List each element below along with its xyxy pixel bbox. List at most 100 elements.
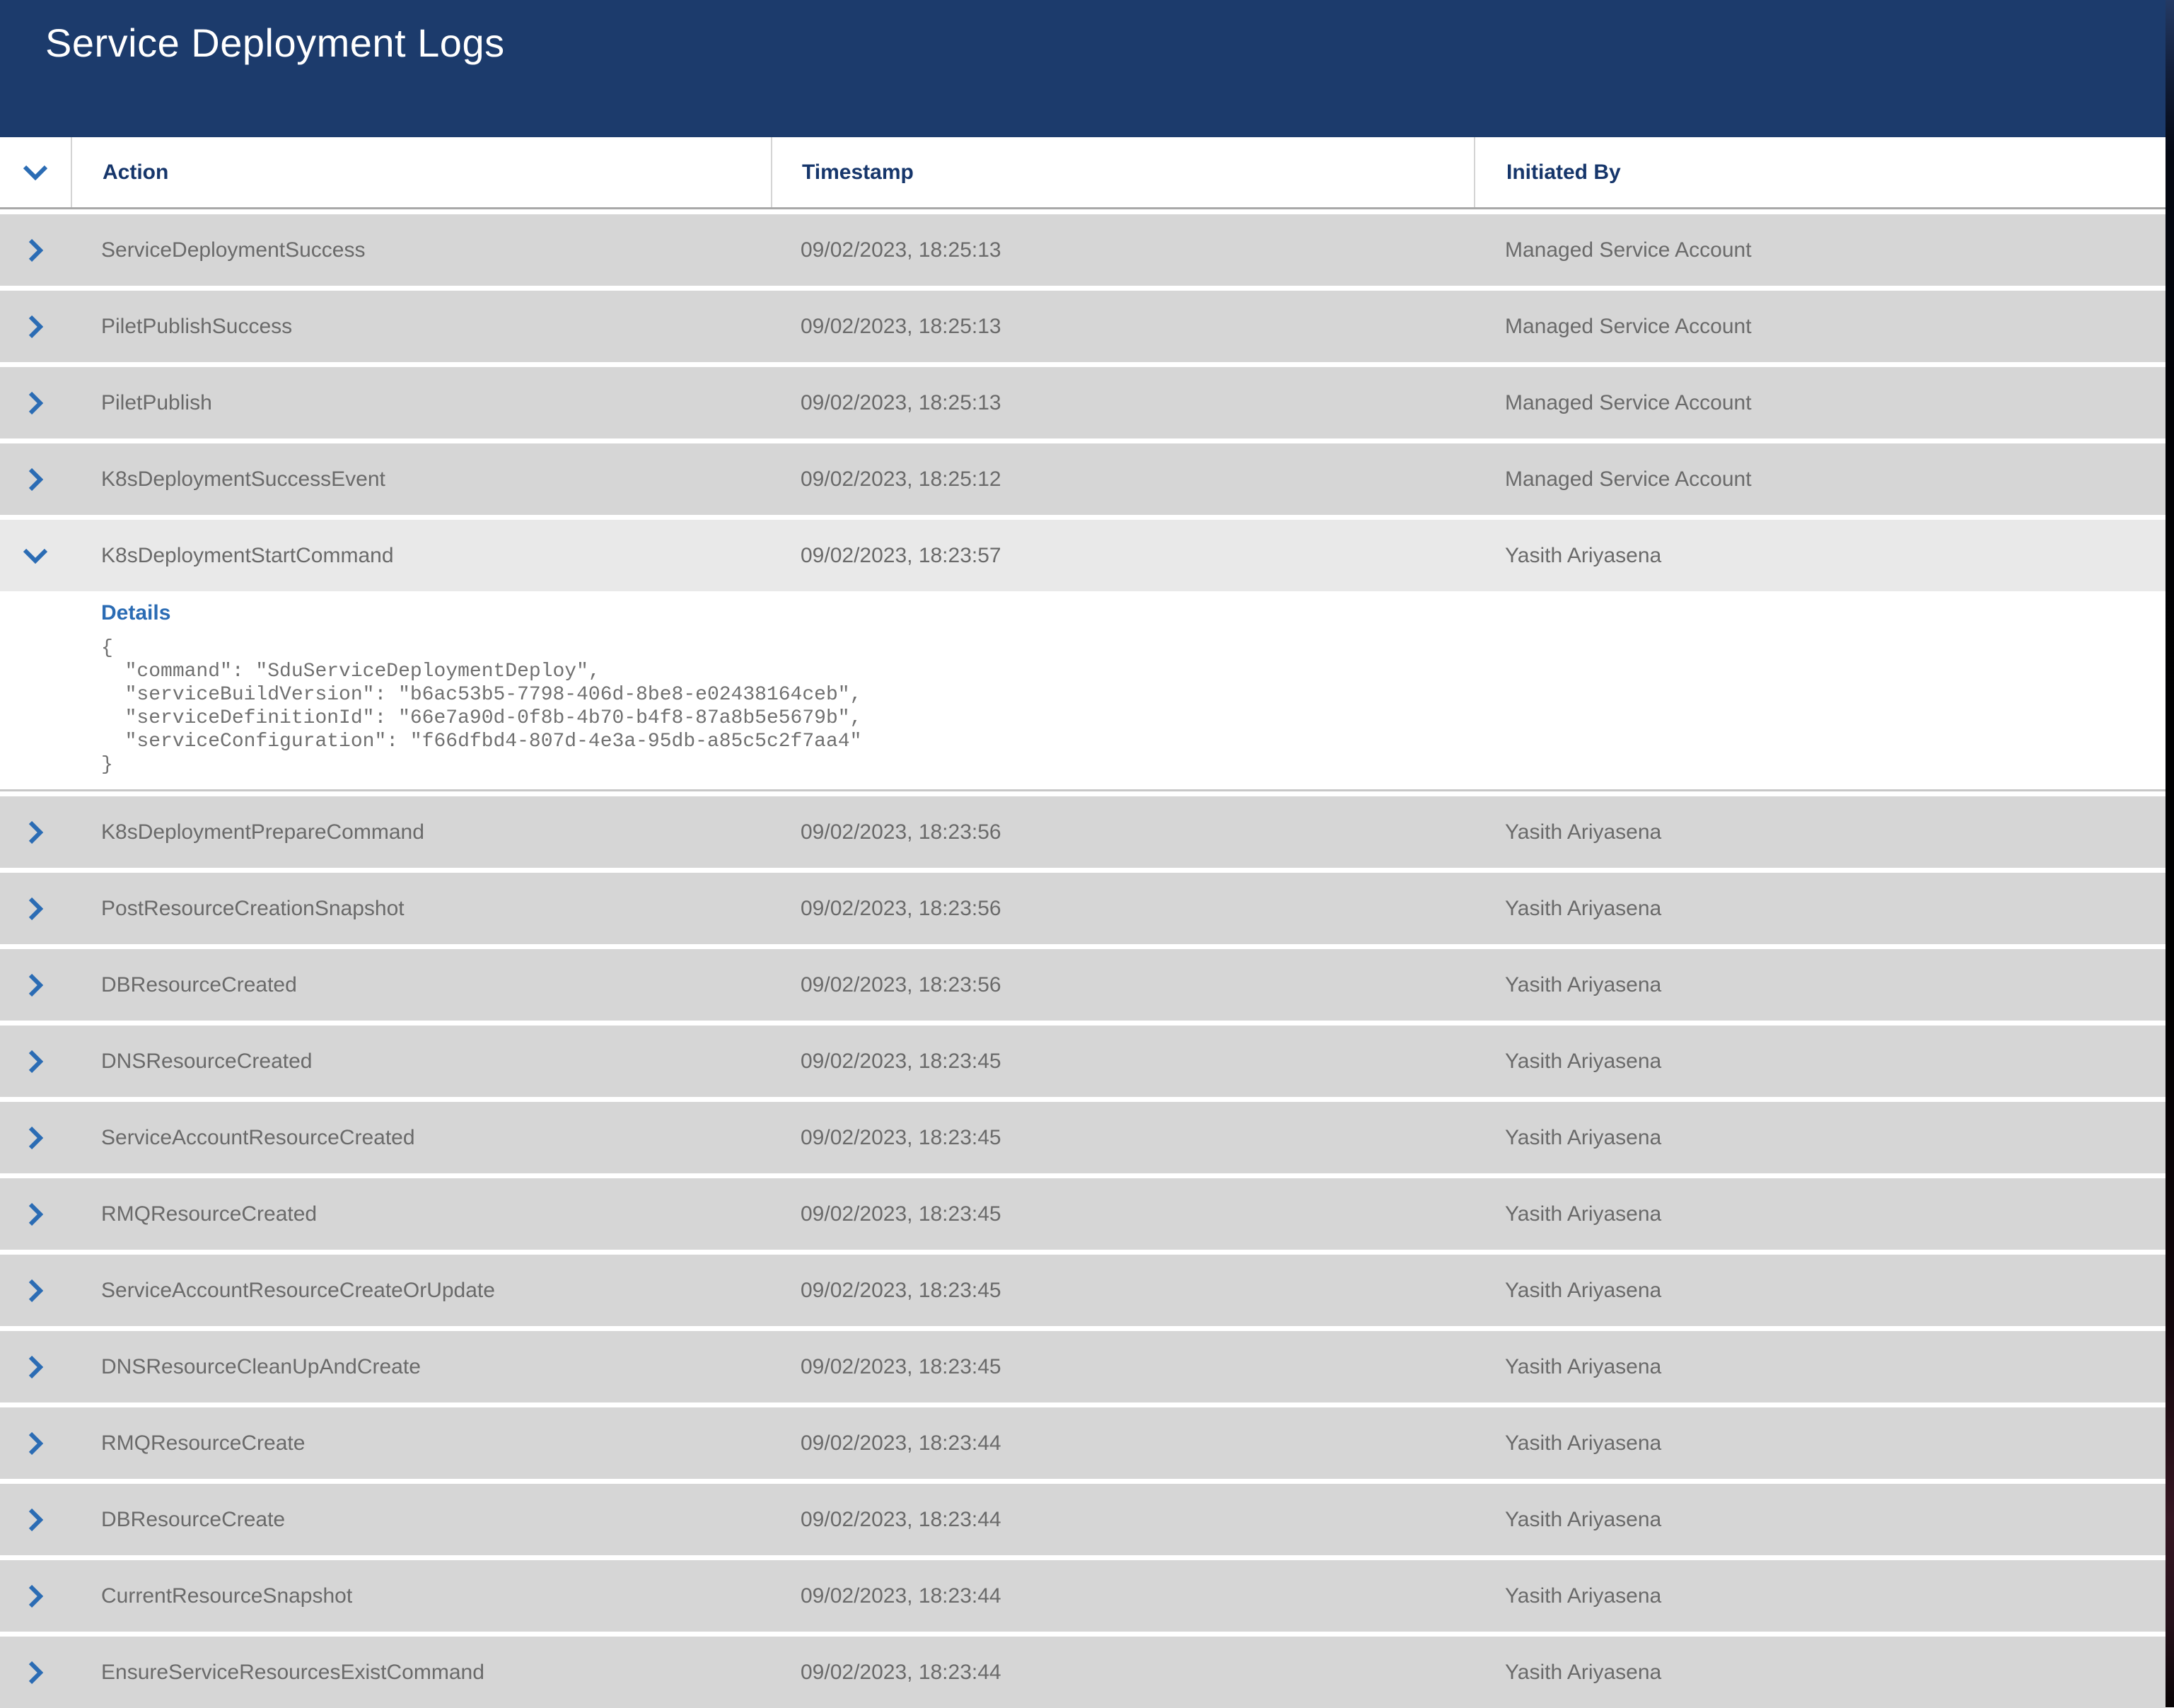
timestamp-cell: 09/02/2023, 18:25:13	[801, 315, 1001, 339]
chevron-down-icon	[23, 165, 48, 180]
table-row[interactable]: RMQResourceCreate 09/02/2023, 18:23:44 Y…	[0, 1407, 2166, 1479]
chevron-right-icon	[28, 1355, 43, 1379]
action-cell: ServiceDeploymentSuccess	[101, 238, 366, 262]
row-expand-toggle[interactable]	[0, 520, 71, 591]
timestamp-cell: 09/02/2023, 18:23:45	[801, 1126, 1001, 1150]
initiated-by-cell: Managed Service Account	[1505, 391, 1752, 415]
initiated-by-cell: Yasith Ariyasena	[1505, 1279, 1661, 1303]
initiated-by-cell: Yasith Ariyasena	[1505, 1584, 1661, 1608]
timestamp-cell: 09/02/2023, 18:23:56	[801, 897, 1001, 921]
chevron-right-icon	[28, 315, 43, 339]
chevron-right-icon	[28, 1584, 43, 1608]
row-expand-toggle[interactable]	[0, 443, 71, 515]
action-cell: PiletPublish	[101, 391, 212, 415]
service-deployment-logs-app: Service Deployment Logs Action Timestamp…	[0, 0, 2174, 1707]
initiated-by-cell: Yasith Ariyasena	[1505, 1202, 1661, 1226]
chevron-right-icon	[28, 820, 43, 844]
initiated-by-cell: Yasith Ariyasena	[1505, 820, 1661, 844]
timestamp-cell: 09/02/2023, 18:23:57	[801, 544, 1001, 568]
row-expand-toggle[interactable]	[0, 1026, 71, 1097]
row-expand-toggle[interactable]	[0, 1255, 71, 1326]
table-row[interactable]: RMQResourceCreated 09/02/2023, 18:23:45 …	[0, 1178, 2166, 1250]
chevron-right-icon	[28, 391, 43, 415]
chevron-right-icon	[28, 467, 43, 492]
initiated-by-cell: Yasith Ariyasena	[1505, 1050, 1661, 1074]
initiated-by-cell: Managed Service Account	[1505, 238, 1752, 262]
row-expand-toggle[interactable]	[0, 1637, 71, 1708]
action-cell: DNSResourceCleanUpAndCreate	[101, 1355, 421, 1379]
table-row[interactable]: K8sDeploymentSuccessEvent 09/02/2023, 18…	[0, 443, 2166, 515]
row-expand-toggle[interactable]	[0, 1331, 71, 1402]
column-header-label: Timestamp	[802, 161, 914, 185]
action-cell: ServiceAccountResourceCreateOrUpdate	[101, 1279, 495, 1303]
table-row[interactable]: K8sDeploymentPrepareCommand 09/02/2023, …	[0, 796, 2166, 868]
details-panel: Details { "command": "SduServiceDeployme…	[0, 591, 2166, 791]
table-row[interactable]: DBResourceCreate 09/02/2023, 18:23:44 Ya…	[0, 1484, 2166, 1555]
action-cell: EnsureServiceResourcesExistCommand	[101, 1661, 484, 1685]
initiated-by-cell: Managed Service Account	[1505, 467, 1752, 492]
row-expand-toggle[interactable]	[0, 949, 71, 1021]
chevron-right-icon	[28, 1279, 43, 1303]
timestamp-cell: 09/02/2023, 18:25:13	[801, 238, 1001, 262]
row-expand-toggle[interactable]	[0, 214, 71, 286]
row-expand-toggle[interactable]	[0, 1102, 71, 1173]
table-row[interactable]: CurrentResourceSnapshot 09/02/2023, 18:2…	[0, 1560, 2166, 1632]
table-row[interactable]: PiletPublishSuccess 09/02/2023, 18:25:13…	[0, 291, 2166, 362]
chevron-right-icon	[28, 1431, 43, 1456]
initiated-by-cell: Managed Service Account	[1505, 315, 1752, 339]
initiated-by-cell: Yasith Ariyasena	[1505, 1355, 1661, 1379]
action-cell: K8sDeploymentSuccessEvent	[101, 467, 385, 492]
table-row[interactable]: ServiceAccountResourceCreateOrUpdate 09/…	[0, 1255, 2166, 1326]
row-expand-toggle[interactable]	[0, 1407, 71, 1479]
table-row[interactable]: PiletPublish 09/02/2023, 18:25:13 Manage…	[0, 367, 2166, 438]
chevron-right-icon	[28, 1202, 43, 1226]
initiated-by-cell: Yasith Ariyasena	[1505, 544, 1661, 568]
chevron-down-icon	[23, 548, 48, 564]
table-row[interactable]: DNSResourceCreated 09/02/2023, 18:23:45 …	[0, 1026, 2166, 1097]
page-title: Service Deployment Logs	[0, 0, 2166, 66]
column-header-label: Action	[103, 161, 168, 185]
chevron-right-icon	[28, 1661, 43, 1685]
table-row[interactable]: DNSResourceCleanUpAndCreate 09/02/2023, …	[0, 1331, 2166, 1402]
timestamp-cell: 09/02/2023, 18:23:44	[801, 1661, 1001, 1685]
chevron-right-icon	[28, 238, 43, 262]
timestamp-cell: 09/02/2023, 18:25:12	[801, 467, 1001, 492]
column-header-action[interactable]: Action	[71, 137, 771, 207]
row-expand-toggle[interactable]	[0, 1560, 71, 1632]
initiated-by-cell: Yasith Ariyasena	[1505, 1661, 1661, 1685]
table-row[interactable]: ServiceAccountResourceCreated 09/02/2023…	[0, 1102, 2166, 1173]
table-row[interactable]: PostResourceCreationSnapshot 09/02/2023,…	[0, 873, 2166, 944]
timestamp-cell: 09/02/2023, 18:23:56	[801, 973, 1001, 997]
action-cell: PostResourceCreationSnapshot	[101, 897, 405, 921]
row-expand-toggle[interactable]	[0, 873, 71, 944]
timestamp-cell: 09/02/2023, 18:23:56	[801, 820, 1001, 844]
table-row[interactable]: ServiceDeploymentSuccess 09/02/2023, 18:…	[0, 214, 2166, 286]
action-cell: CurrentResourceSnapshot	[101, 1584, 352, 1608]
action-cell: ServiceAccountResourceCreated	[101, 1126, 415, 1150]
table-row[interactable]: K8sDeploymentStartCommand 09/02/2023, 18…	[0, 520, 2166, 591]
page-header: Service Deployment Logs	[0, 0, 2166, 137]
chevron-right-icon	[28, 897, 43, 921]
row-expand-toggle[interactable]	[0, 796, 71, 868]
initiated-by-cell: Yasith Ariyasena	[1505, 897, 1661, 921]
row-expand-toggle[interactable]	[0, 1484, 71, 1555]
row-expand-toggle[interactable]	[0, 291, 71, 362]
chevron-right-icon	[28, 1508, 43, 1532]
row-expand-toggle[interactable]	[0, 367, 71, 438]
column-header-initiated-by[interactable]: Initiated By	[1474, 137, 2166, 207]
timestamp-cell: 09/02/2023, 18:23:45	[801, 1050, 1001, 1074]
timestamp-cell: 09/02/2023, 18:23:44	[801, 1431, 1001, 1456]
action-cell: RMQResourceCreate	[101, 1431, 305, 1456]
action-cell: K8sDeploymentPrepareCommand	[101, 820, 424, 844]
row-expand-toggle[interactable]	[0, 1178, 71, 1250]
action-cell: DNSResourceCreated	[101, 1050, 312, 1074]
timestamp-cell: 09/02/2023, 18:23:44	[801, 1584, 1001, 1608]
background-edge-strip	[2166, 0, 2174, 1707]
expand-all-control[interactable]	[0, 137, 71, 207]
column-header-timestamp[interactable]: Timestamp	[771, 137, 1474, 207]
initiated-by-cell: Yasith Ariyasena	[1505, 973, 1661, 997]
table-row[interactable]: EnsureServiceResourcesExistCommand 09/02…	[0, 1637, 2166, 1708]
table-row[interactable]: DBResourceCreated 09/02/2023, 18:23:56 Y…	[0, 949, 2166, 1021]
timestamp-cell: 09/02/2023, 18:23:45	[801, 1279, 1001, 1303]
initiated-by-cell: Yasith Ariyasena	[1505, 1126, 1661, 1150]
